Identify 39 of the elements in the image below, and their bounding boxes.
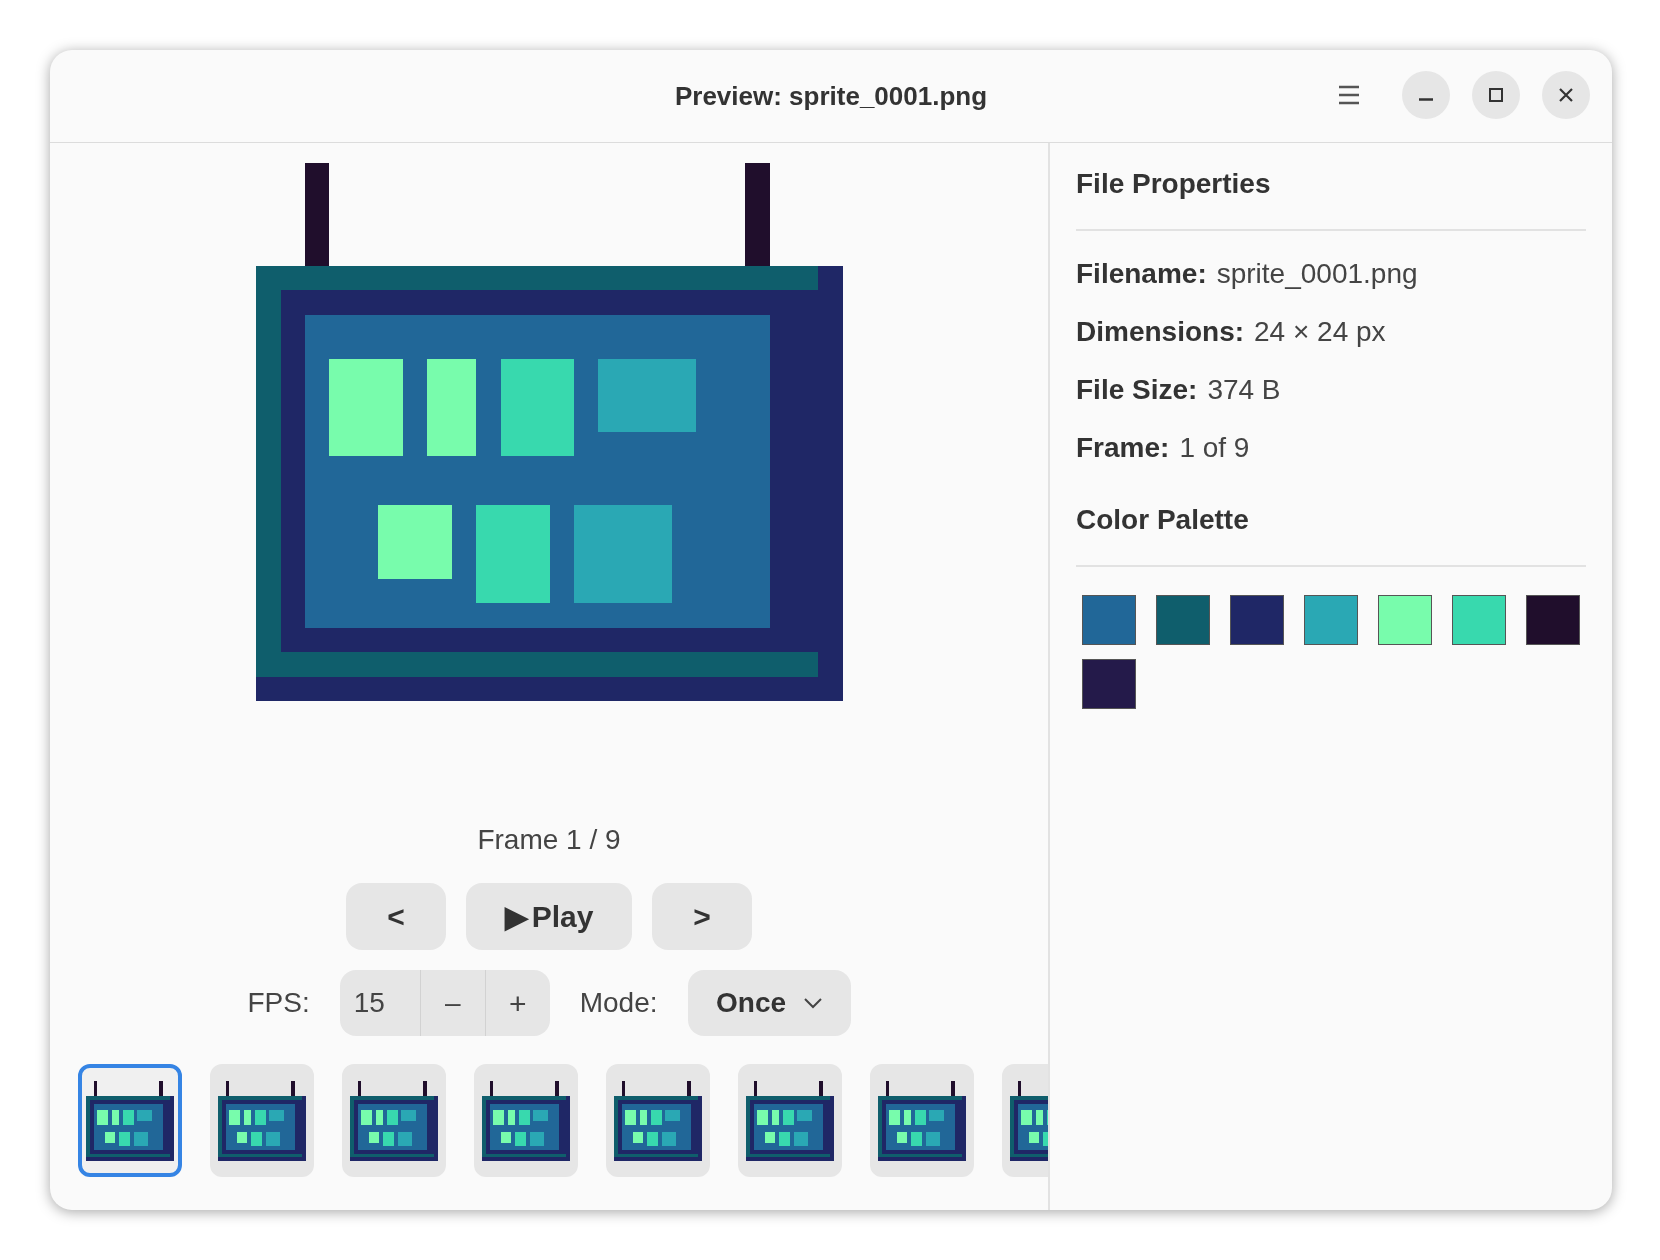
fps-label: FPS: [247, 986, 310, 1020]
fps-spinner[interactable]: 15 – + [339, 970, 550, 1036]
color-swatch[interactable] [1082, 659, 1136, 709]
color-swatch[interactable] [1304, 595, 1358, 645]
mode-label: Mode: [579, 986, 658, 1020]
close-button[interactable] [1542, 71, 1590, 119]
property-label: Dimensions: [1076, 315, 1245, 349]
color-swatch[interactable] [1378, 595, 1432, 645]
close-icon [1558, 87, 1574, 103]
color-swatch[interactable] [1156, 595, 1210, 645]
color-swatch[interactable] [1452, 595, 1506, 645]
section-heading: Color Palette [1076, 499, 1586, 567]
window-title: Preview: sprite_0001.png [674, 79, 988, 113]
section-heading: File Properties [1076, 163, 1586, 231]
property-value: 374 B [1207, 373, 1281, 407]
previous-frame-button[interactable]: < [346, 883, 446, 950]
fps-value[interactable]: 15 [339, 970, 421, 1036]
chevron-down-icon [804, 997, 823, 1009]
maximize-button[interactable] [1472, 71, 1520, 119]
frame-counter: Frame 1 / 9 [477, 823, 621, 857]
increment-button[interactable]: + [485, 970, 550, 1036]
decrement-button[interactable]: – [420, 970, 486, 1036]
mode-dropdown[interactable]: Once [687, 970, 851, 1036]
property-label: Frame: [1076, 431, 1170, 465]
color-swatch[interactable] [1230, 595, 1284, 645]
minimize-icon [1418, 97, 1434, 101]
color-swatch[interactable] [1526, 595, 1580, 645]
color-swatch[interactable] [1082, 595, 1136, 645]
play-button[interactable]: ▶Play [466, 883, 632, 950]
property-label: Filename: [1076, 257, 1207, 291]
property-value: 1 of 9 [1179, 431, 1250, 465]
maximize-icon [1488, 87, 1504, 103]
property-value: sprite_0001.png [1216, 257, 1418, 291]
property-label: File Size: [1076, 373, 1198, 407]
play-icon: ▶ [504, 894, 528, 939]
menu-icon[interactable] [1338, 85, 1360, 105]
next-frame-button[interactable]: > [652, 883, 752, 950]
thumbnail-button[interactable] [78, 1064, 182, 1177]
property-value: 24 × 24 px [1254, 315, 1386, 349]
